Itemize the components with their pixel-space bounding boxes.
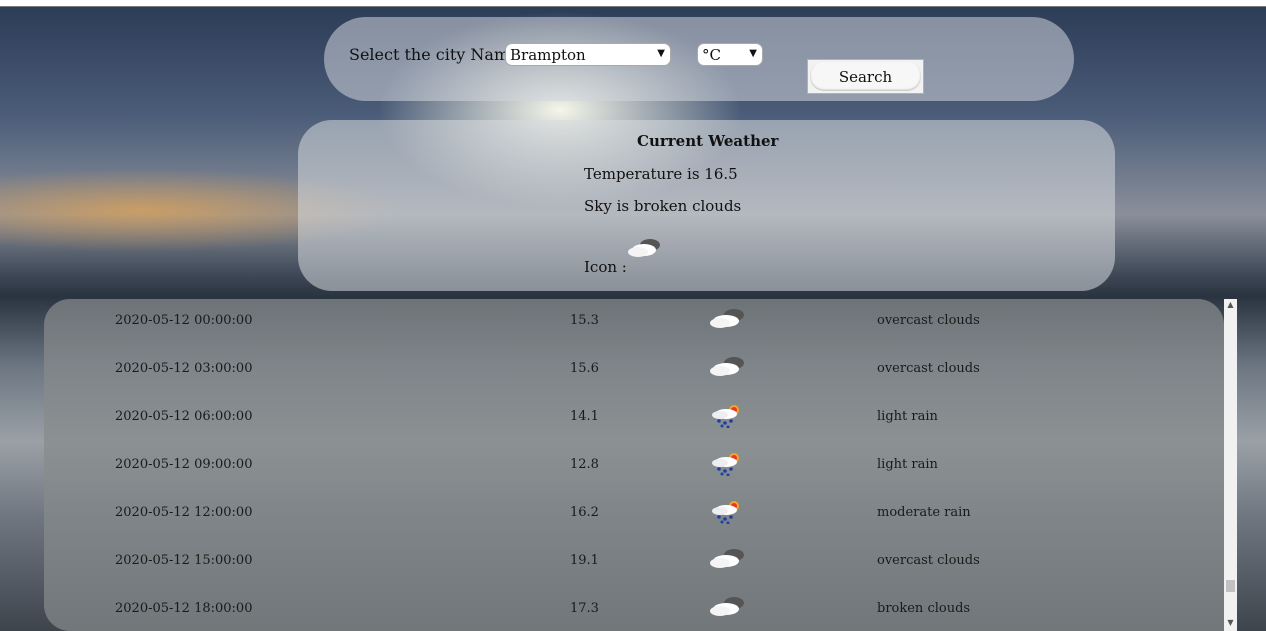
city-select-label: Select the city Name : [349, 45, 530, 64]
forecast-temperature: 19.1 [570, 553, 599, 568]
forecast-list: 2020-05-12 00:00:00 15.3 overcast clouds 20… [44, 299, 1224, 631]
overcast-clouds-icon [710, 309, 744, 328]
forecast-row: 2020-05-12 06:00:00 14.1 light rain [44, 395, 1224, 443]
broken-clouds-icon [710, 597, 744, 616]
forecast-temperature: 17.3 [570, 601, 599, 616]
forecast-temperature: 16.2 [570, 505, 599, 520]
forecast-description: overcast clouds [877, 553, 980, 568]
forecast-temperature: 12.8 [570, 457, 599, 472]
rain-icon [712, 453, 739, 476]
current-weather-title: Current Weather [637, 132, 779, 150]
forecast-row: 2020-05-12 09:00:00 12.8 light rain [44, 443, 1224, 491]
scroll-up-arrow-icon[interactable]: ▲ [1224, 299, 1237, 311]
current-sky: Sky is broken clouds [584, 197, 742, 215]
unit-select[interactable]: °C ▼ [697, 43, 763, 66]
search-button[interactable]: Search [807, 59, 924, 94]
forecast-description: overcast clouds [877, 361, 980, 376]
forecast-date: 2020-05-12 06:00:00 [115, 409, 253, 424]
forecast-row: 2020-05-12 15:00:00 19.1 overcast clouds [44, 539, 1224, 587]
overcast-clouds-icon [710, 357, 744, 376]
forecast-date: 2020-05-12 00:00:00 [115, 313, 253, 328]
search-panel: Select the city Name : Brampton ▼ °C ▼ S… [324, 17, 1074, 101]
city-select[interactable]: Brampton ▼ [505, 43, 671, 66]
forecast-row: 2020-05-12 03:00:00 15.6 overcast clouds [44, 347, 1224, 395]
current-temperature: Temperature is 16.5 [584, 165, 738, 183]
scroll-down-arrow-icon[interactable]: ▼ [1224, 617, 1237, 629]
current-weather-panel: Current Weather Temperature is 16.5 Sky … [298, 120, 1115, 291]
dropdown-arrow-icon: ▼ [657, 48, 665, 59]
current-icon-label: Icon : [584, 258, 627, 276]
forecast-temperature: 15.3 [570, 313, 599, 328]
forecast-description: overcast clouds [877, 313, 980, 328]
dropdown-arrow-icon: ▼ [749, 48, 757, 59]
forecast-row: 2020-05-12 00:00:00 15.3 overcast clouds [44, 299, 1224, 347]
forecast-temperature: 15.6 [570, 361, 599, 376]
forecast-scrollbar[interactable]: ▲ ▼ [1224, 299, 1237, 631]
forecast-row: 2020-05-12 18:00:00 17.3 broken clouds [44, 587, 1224, 631]
rain-icon [712, 405, 739, 428]
broken-clouds-icon [628, 239, 660, 257]
top-border-line [0, 6, 1266, 7]
overcast-clouds-icon [710, 549, 744, 568]
forecast-temperature: 14.1 [570, 409, 599, 424]
city-select-value: Brampton [510, 46, 586, 64]
forecast-description: broken clouds [877, 601, 971, 616]
forecast-date: 2020-05-12 03:00:00 [115, 361, 253, 376]
rain-icon [712, 501, 739, 524]
forecast-date: 2020-05-12 12:00:00 [115, 505, 253, 520]
forecast-date: 2020-05-12 15:00:00 [115, 553, 253, 568]
forecast-date: 2020-05-12 18:00:00 [115, 601, 253, 616]
forecast-row: 2020-05-12 12:00:00 16.2 moderate rain [44, 491, 1224, 539]
unit-select-value: °C [702, 46, 721, 64]
forecast-date: 2020-05-12 09:00:00 [115, 457, 253, 472]
scrollbar-thumb[interactable] [1226, 580, 1235, 592]
forecast-description: light rain [877, 409, 938, 424]
search-button-label: Search [838, 67, 893, 86]
forecast-description: moderate rain [877, 505, 971, 520]
forecast-description: light rain [877, 457, 938, 472]
